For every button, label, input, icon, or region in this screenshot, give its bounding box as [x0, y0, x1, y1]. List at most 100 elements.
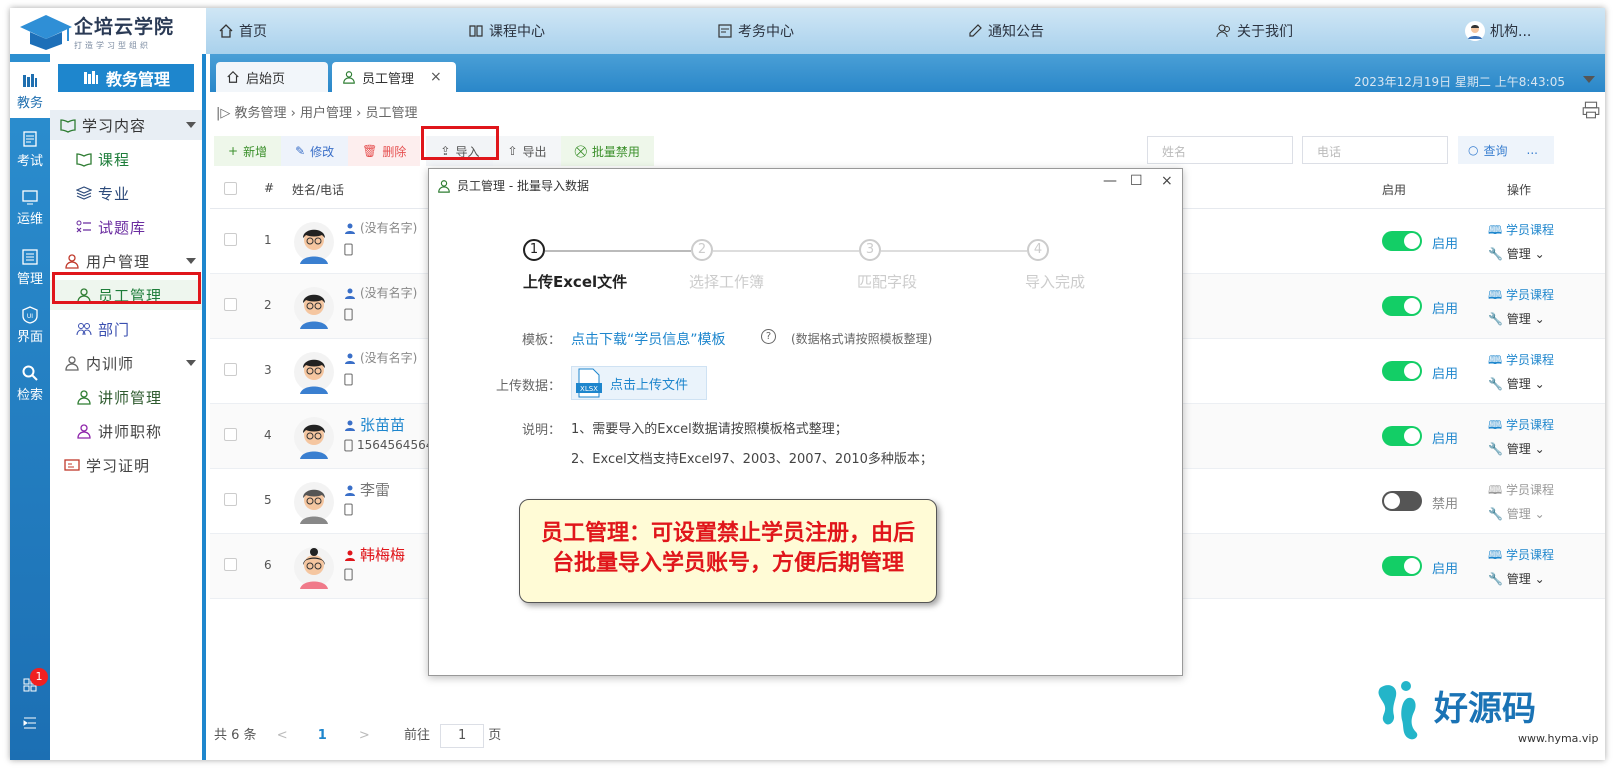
manage-dropdown[interactable]: 🔧 管理 ⌄ — [1488, 440, 1545, 457]
edit-button[interactable]: ✎ 修改 — [281, 136, 349, 166]
row-checkbox[interactable] — [224, 233, 237, 246]
maximize-button[interactable]: ☐ — [1130, 173, 1143, 189]
nav-course-center[interactable]: 课程中心 — [468, 21, 545, 41]
sidebar-item-course[interactable]: 课程 — [50, 144, 202, 174]
manage-label: 管理 — [1506, 507, 1531, 521]
phone-search-input[interactable]: 电话 — [1302, 136, 1448, 164]
page-number[interactable]: 1 — [318, 728, 327, 743]
more-icon[interactable]: ... — [1527, 143, 1538, 157]
row-checkbox[interactable] — [224, 363, 237, 376]
nav-about[interactable]: 关于我们 — [1216, 21, 1293, 41]
svg-text:XLSX: XLSX — [580, 385, 598, 393]
row-name[interactable]: 韩梅梅 — [344, 544, 405, 565]
highlight-import-button — [421, 126, 499, 160]
rail-item-exam[interactable]: 考试 — [10, 130, 50, 169]
nav-exam-center[interactable]: 考务中心 — [717, 21, 794, 41]
student-courses-link[interactable]: 🕮 学员课程 — [1488, 351, 1554, 372]
row-checkbox[interactable] — [224, 493, 237, 506]
menu-collapse-icon — [23, 717, 36, 729]
sidebar-item-lecturer-management[interactable]: 讲师管理 — [50, 382, 202, 412]
manage-dropdown[interactable]: 🔧 管理 ⌄ — [1488, 375, 1545, 392]
chevron-down-icon[interactable] — [1583, 76, 1595, 83]
row-checkbox[interactable] — [224, 428, 237, 441]
breadcrumb: |▷ 教务管理 › 用户管理 › 员工管理 — [216, 106, 418, 121]
student-courses-link[interactable]: 🕮 学员课程 — [1488, 481, 1554, 502]
enable-toggle[interactable] — [1382, 426, 1422, 446]
row-name[interactable]: (没有名字) — [344, 284, 417, 301]
nav-notice[interactable]: 通知公告 — [967, 21, 1044, 41]
rail-item-ui[interactable]: UI 界面 — [10, 306, 50, 345]
tab-start-page[interactable]: 启始页 — [216, 62, 328, 92]
student-courses-link[interactable]: 🕮 学员课程 — [1488, 286, 1554, 307]
help-icon[interactable]: ? — [761, 329, 776, 344]
manage-dropdown[interactable]: 🔧 管理 ⌄ — [1488, 570, 1545, 587]
rail-item-manage[interactable]: 管理 — [10, 248, 50, 287]
note-line-1: 1、需要导入的Excel数据请按照模板格式整理； — [571, 422, 848, 437]
note-label: 说明： — [521, 423, 561, 438]
brand-logo[interactable]: 企培云学院 打造学习型组织 — [10, 8, 206, 54]
row-checkbox[interactable] — [224, 558, 237, 571]
sidebar-group-learning-content[interactable]: 学习内容 — [50, 110, 202, 140]
add-button[interactable]: + 新增 — [214, 136, 282, 166]
manage-dropdown[interactable]: 🔧 管理 ⌄ — [1488, 310, 1545, 327]
breadcrumb-item[interactable]: 教务管理 — [235, 106, 287, 121]
close-button[interactable]: × — [1161, 173, 1173, 189]
manage-dropdown[interactable]: 🔧 管理 ⌄ — [1488, 505, 1545, 522]
rail-apps-button[interactable]: 1 — [10, 668, 50, 696]
row-name[interactable]: 李雷 — [344, 479, 390, 500]
rail-label: 检索 — [16, 388, 43, 403]
sidebar-item-label: 学习内容 — [82, 116, 147, 135]
export-button[interactable]: ⇧ 导出 — [493, 136, 561, 166]
sidebar-item-question-bank[interactable]: 试题库 — [50, 212, 202, 242]
goto-page-input[interactable]: 1 — [440, 724, 485, 748]
rail-item-ops[interactable]: 运维 — [10, 188, 50, 227]
sidebar-item-department[interactable]: 部门 — [50, 314, 202, 344]
row-checkbox[interactable] — [224, 298, 237, 311]
name-search-input[interactable]: 姓名 — [1147, 136, 1293, 164]
enable-toggle[interactable] — [1382, 491, 1422, 511]
nav-exam-label: 考务中心 — [738, 24, 794, 40]
student-courses-link[interactable]: 🕮 学员课程 — [1488, 221, 1554, 242]
row-name[interactable]: (没有名字) — [344, 349, 417, 366]
row-name[interactable]: 张苗苗 — [344, 414, 405, 435]
sidebar-item-certificate[interactable]: 学习证明 — [50, 450, 202, 480]
book-open-icon: 🕮 — [1488, 223, 1506, 237]
template-download-link[interactable]: 点击下载“学员信息”模板 — [571, 329, 726, 349]
wrench-icon: 🔧 — [1488, 572, 1507, 586]
rail-item-teaching[interactable]: 教务 — [10, 62, 50, 118]
rail-collapse-button[interactable] — [10, 714, 50, 734]
prev-page-button[interactable]: < — [277, 728, 288, 743]
close-icon[interactable]: × — [430, 69, 442, 85]
nav-notice-label: 通知公告 — [988, 24, 1044, 40]
student-courses-link[interactable]: 🕮 学员课程 — [1488, 546, 1554, 567]
sidebar-group-trainers[interactable]: 内训师 — [50, 348, 202, 378]
student-courses-link[interactable]: 🕮 学员课程 — [1488, 416, 1554, 437]
delete-button[interactable]: 🗑 删除 — [348, 136, 421, 166]
query-button[interactable]: ○ 查询 ... — [1458, 136, 1554, 164]
upload-file-button[interactable]: XLSX 点击上传文件 — [571, 366, 707, 400]
enable-toggle[interactable] — [1382, 361, 1422, 381]
enable-toggle[interactable] — [1382, 556, 1422, 576]
dialog-title-text: 员工管理 - 批量导入数据 — [457, 179, 589, 193]
callout-line-2: 台批量导入学员账号，方便后期管理 — [551, 551, 904, 576]
print-icon[interactable] — [1581, 100, 1601, 120]
breadcrumb-item[interactable]: 用户管理 — [300, 106, 352, 121]
row-name[interactable]: (没有名字) — [344, 219, 417, 236]
batch-disable-button[interactable]: ⛒ 批量禁用 — [560, 136, 654, 166]
enable-toggle[interactable] — [1382, 296, 1422, 316]
book-open-icon: 🕮 — [1488, 548, 1506, 562]
tab-label: 启始页 — [246, 71, 286, 87]
minimize-button[interactable]: — — [1103, 173, 1117, 189]
rail-item-search[interactable]: 检索 — [10, 364, 50, 403]
enable-toggle[interactable] — [1382, 231, 1422, 251]
tab-staff-management[interactable]: 员工管理 × — [332, 62, 456, 92]
next-page-button[interactable]: > — [359, 728, 370, 743]
app-window: 企培云学院 打造学习型组织 首页 课程中心 考务中心 通知公告 关于我们 机构.… — [10, 8, 1605, 760]
sidebar-item-lecturer-title[interactable]: 讲师职称 — [50, 416, 202, 446]
user-menu[interactable]: 机构... — [1465, 21, 1531, 41]
manage-dropdown[interactable]: 🔧 管理 ⌄ — [1488, 245, 1545, 262]
student-courses-label: 学员课程 — [1505, 418, 1554, 432]
select-all-checkbox[interactable] — [224, 182, 237, 195]
nav-home[interactable]: 首页 — [218, 21, 267, 41]
sidebar-item-major[interactable]: 专业 — [50, 178, 202, 208]
